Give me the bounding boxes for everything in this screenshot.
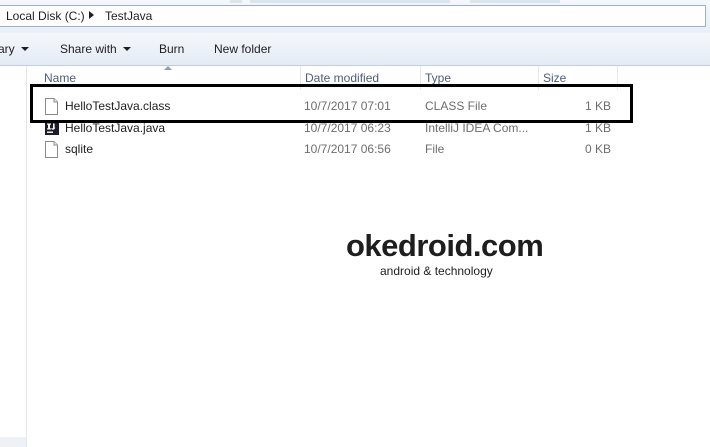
column-header-name[interactable]: Name [44, 71, 76, 85]
file-type: File [425, 142, 445, 156]
file-date: 10/7/2017 06:56 [304, 142, 391, 156]
chevron-down-icon [122, 47, 131, 51]
file-type: IntelliJ IDEA Com... [425, 121, 529, 135]
chevron-down-icon [20, 47, 29, 51]
address-bar: Local Disk (C:) TestJava [0, 0, 710, 33]
file-size: 1 KB [584, 121, 611, 135]
sort-ascending-icon [164, 66, 172, 70]
navigation-pane[interactable] [0, 66, 27, 447]
share-with-label: Share with [60, 42, 117, 56]
file-icon [45, 141, 58, 158]
breadcrumb-testjava[interactable]: TestJava [105, 9, 152, 23]
burn-button[interactable]: Burn [159, 42, 184, 56]
breadcrumb-chevron-icon[interactable] [89, 11, 94, 19]
library-label: ary [0, 42, 15, 56]
highlight-rectangle [30, 84, 633, 123]
file-row[interactable]: sqlite 10/7/2017 06:56 File 0 KB [27, 139, 627, 160]
share-with-button[interactable]: Share with [60, 42, 131, 56]
file-name: sqlite [65, 142, 94, 156]
column-header-type[interactable]: Type [425, 71, 451, 85]
file-date: 10/7/2017 06:23 [304, 121, 391, 135]
file-size: 0 KB [584, 142, 611, 156]
intellij-icon [45, 121, 59, 135]
file-name: HelloTestJava.java [65, 121, 166, 135]
watermark-brand: okedroid.com [346, 228, 544, 263]
column-header-size[interactable]: Size [543, 71, 566, 85]
breadcrumb-local-disk[interactable]: Local Disk (C:) [6, 9, 85, 23]
watermark-tagline: android & technology [380, 264, 493, 278]
command-bar: ary Share with Burn New folder [0, 33, 710, 66]
new-folder-button[interactable]: New folder [214, 42, 271, 56]
address-field[interactable]: Local Disk (C:) TestJava [0, 5, 706, 27]
library-dropdown[interactable]: ary [0, 42, 29, 56]
column-header-date[interactable]: Date modified [305, 71, 379, 85]
nav-pane-footer [0, 437, 26, 447]
